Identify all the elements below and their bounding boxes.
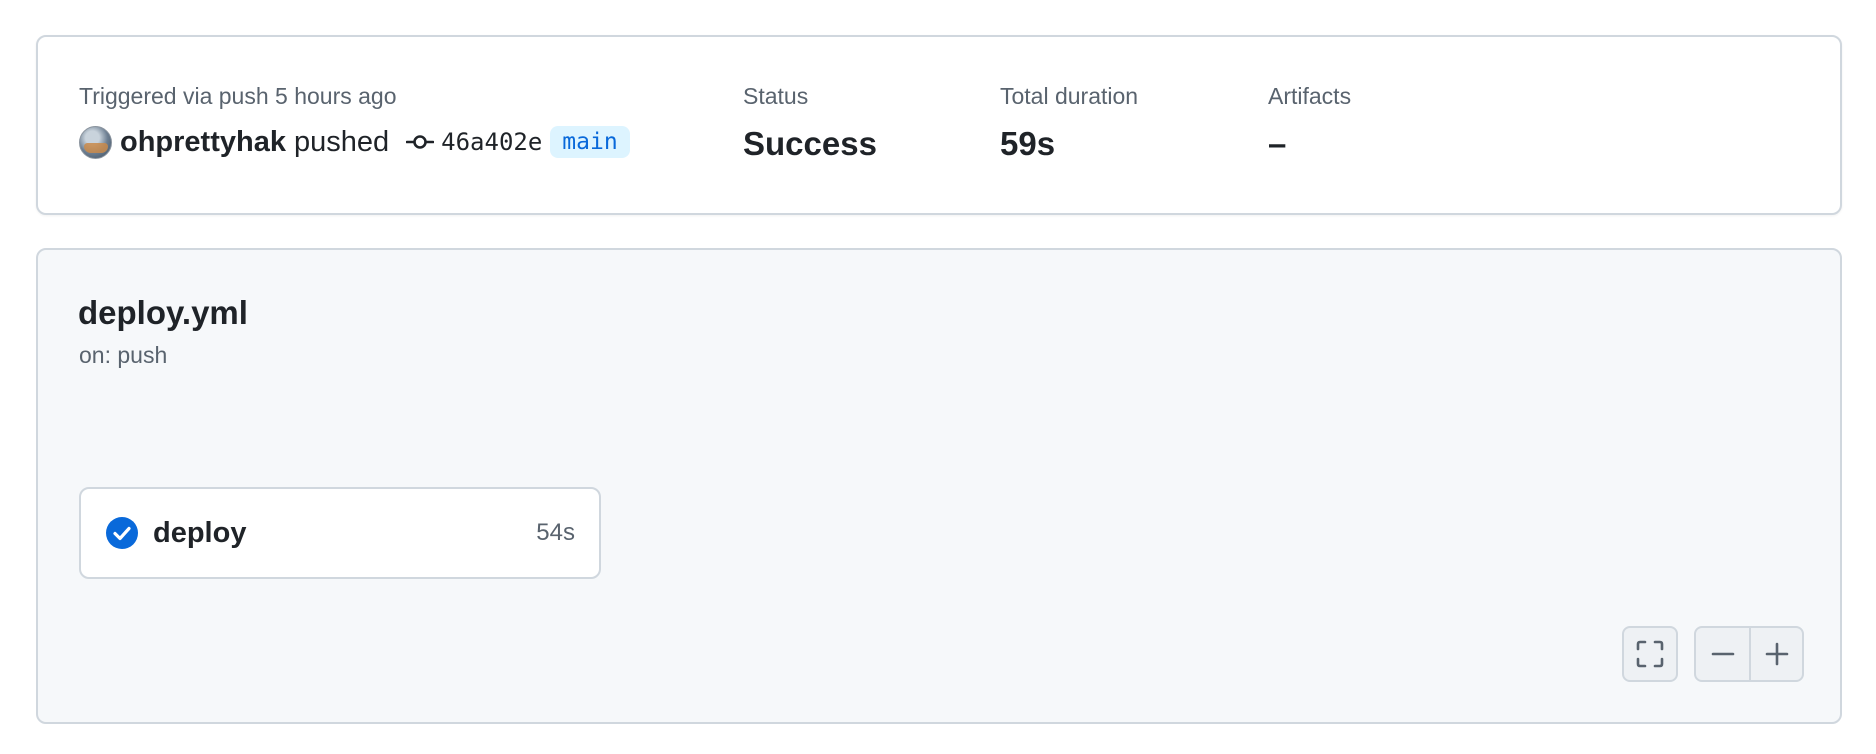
workflow-graph-panel: deploy.yml on: push deploy 54s: [36, 248, 1842, 724]
job-deploy[interactable]: deploy 54s: [79, 487, 601, 579]
zoom-controls: [1694, 626, 1804, 682]
fullscreen-button[interactable]: [1622, 626, 1678, 682]
workflow-file-title: deploy.yml: [78, 294, 248, 331]
actor-row: ohprettyhak pushed 46a402e main: [79, 124, 630, 160]
duration-label: Total duration: [1000, 83, 1139, 109]
trigger-label: Triggered via push 5 hours ago: [79, 83, 397, 109]
job-duration: 54s: [536, 519, 575, 546]
status-value: Success: [743, 125, 877, 162]
actor-link[interactable]: ohprettyhak: [120, 126, 286, 159]
artifacts-value: –: [1268, 125, 1287, 162]
run-summary-card: Triggered via push 5 hours ago ohprettyh…: [36, 35, 1842, 215]
avatar[interactable]: [79, 125, 112, 159]
duration-value: 59s: [1000, 125, 1056, 162]
workflow-trigger: on: push: [79, 342, 168, 368]
zoom-in-icon: [1765, 642, 1788, 666]
status-label: Status: [743, 83, 809, 109]
zoom-in-button[interactable]: [1749, 628, 1802, 680]
commit-sha-link[interactable]: 46a402e: [441, 128, 542, 156]
git-commit-icon: [406, 135, 435, 149]
job-name: deploy: [153, 516, 247, 549]
duration-column: Total duration 59s: [1000, 83, 1138, 163]
actor-action: pushed: [293, 125, 390, 158]
trigger-column: Triggered via push 5 hours ago ohprettyh…: [79, 83, 630, 160]
check-circle-icon: [106, 517, 138, 549]
artifacts-label: Artifacts: [1268, 83, 1352, 109]
fullscreen-icon: [1636, 640, 1664, 668]
branch-label[interactable]: main: [550, 126, 630, 158]
zoom-out-button[interactable]: [1696, 628, 1749, 680]
status-column: Status Success: [743, 83, 877, 163]
artifacts-column: Artifacts –: [1268, 83, 1351, 163]
zoom-out-icon: [1711, 652, 1734, 656]
